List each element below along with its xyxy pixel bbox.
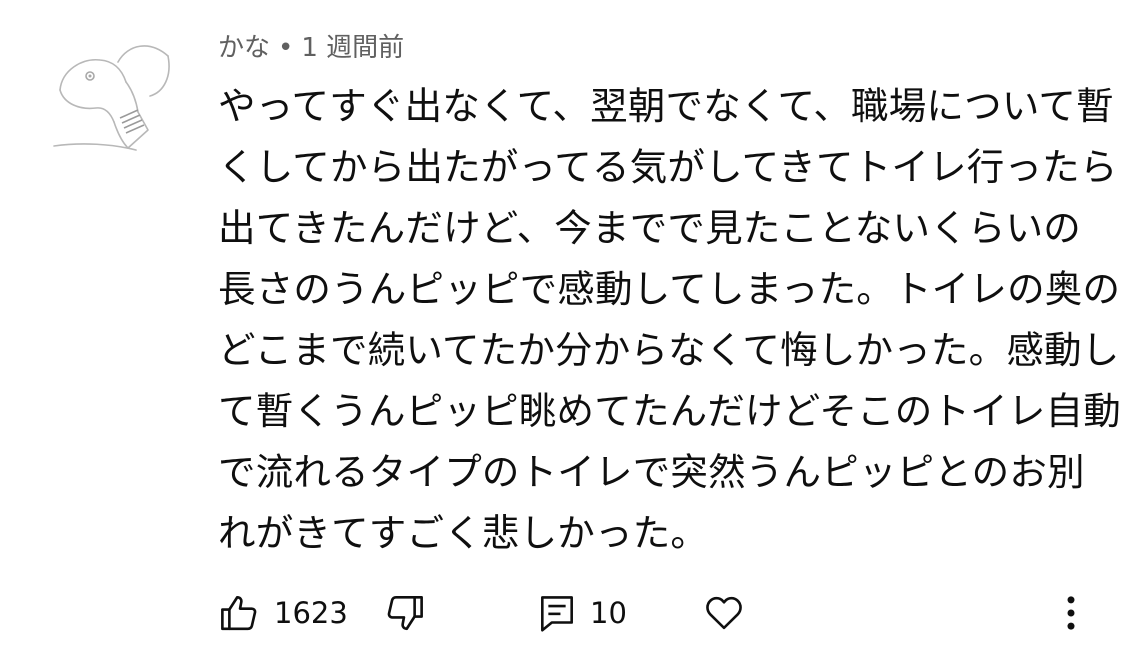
comment-line: て暫くうんピッピ眺めてたんだけどそこのトイレ自動 xyxy=(218,389,1121,433)
comment-line: どこまで続いてたか分からなくて悔しかった。感動し xyxy=(218,328,1120,372)
comment-line: やってすぐ出なくて、翌朝でなくて、職場について暫 xyxy=(218,84,1114,128)
comment-content: かな • 1 週間前 やってすぐ出なくて、翌朝でなくて、職場について暫 くしてから出… xyxy=(218,22,1121,564)
avatar[interactable] xyxy=(52,30,182,160)
reply-button[interactable]: 10 xyxy=(538,590,627,636)
comment-actions: 1623 10 xyxy=(218,590,1098,636)
comment-meta: かな • 1 週間前 xyxy=(218,22,1098,74)
comment: かな • 1 週間前 やってすぐ出なくて、翌朝でなくて、職場について暫 くしてから出… xyxy=(0,0,1125,661)
comment-line: で流れるタイプのトイレで突然うんピッピとのお別 xyxy=(218,450,1085,494)
thumbs-down-icon xyxy=(387,595,423,631)
comment-line: 長さのうんピッピで感動してしまった。トイレの奥の xyxy=(218,267,1121,311)
comment-line: くしてから出たがってる気がしてきてトイレ行ったら xyxy=(218,145,1118,189)
reply-count: 10 xyxy=(590,596,627,630)
comment-time[interactable]: 1 週間前 xyxy=(301,33,404,63)
heart-icon xyxy=(706,596,742,630)
meta-separator: • xyxy=(278,33,294,63)
comment-text: やってすぐ出なくて、翌朝でなくて、職場について暫 くしてから出たがってる気がして… xyxy=(218,76,1121,564)
more-options-button[interactable] xyxy=(1056,590,1086,636)
like-count: 1623 xyxy=(274,596,348,630)
author-name[interactable]: かな xyxy=(218,33,270,63)
comment-line: れがきてすごく悲しかった。 xyxy=(218,511,709,555)
reply-icon xyxy=(541,596,573,632)
dislike-button[interactable] xyxy=(384,590,426,636)
heart-button[interactable] xyxy=(702,590,746,636)
thumbs-up-icon xyxy=(221,595,257,631)
comment-line: 出てきたんだけど、今までで見たことないくらいの xyxy=(218,206,1081,250)
more-vertical-icon xyxy=(1067,596,1075,630)
avatar-sketch-icon xyxy=(53,45,170,151)
like-button[interactable]: 1623 xyxy=(218,590,348,636)
